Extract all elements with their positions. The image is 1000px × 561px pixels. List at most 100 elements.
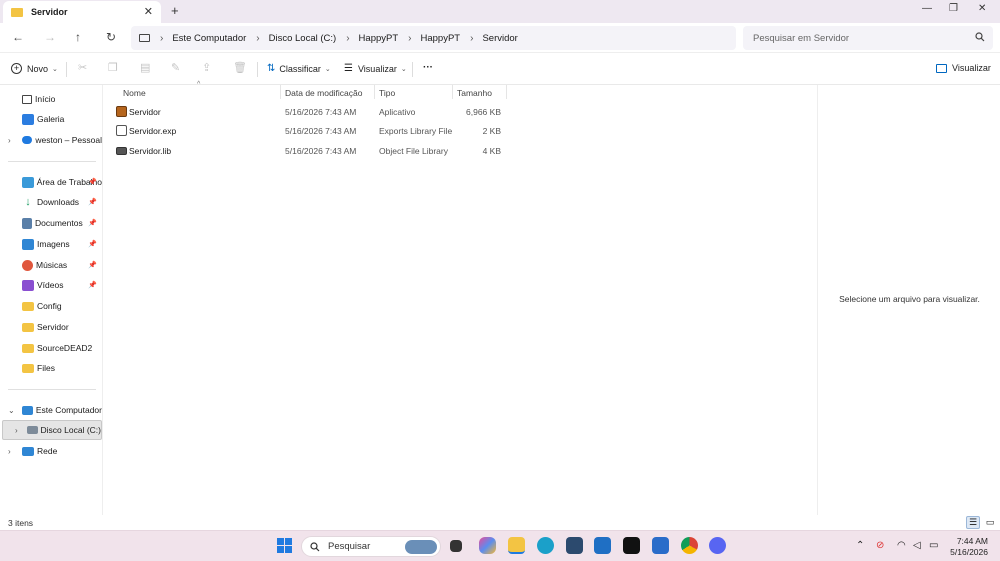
store-icon[interactable] bbox=[566, 537, 583, 554]
sidebar-item-area-de-trabalho[interactable]: Área de Trabalho 📌 bbox=[0, 172, 102, 192]
sidebar-item-label: Servidor bbox=[37, 322, 69, 332]
sidebar-item-servidor[interactable]: Servidor bbox=[0, 317, 102, 337]
discord-icon[interactable] bbox=[709, 537, 726, 554]
security-alert-icon[interactable]: ⊘ bbox=[876, 540, 884, 551]
tab-close-icon[interactable]: ✕ bbox=[144, 5, 153, 18]
breadcrumb-happypt[interactable]: HappyPT bbox=[359, 33, 399, 44]
close-button[interactable]: ✕ bbox=[978, 3, 986, 14]
chevron-down-icon[interactable]: ⌄ bbox=[8, 406, 15, 415]
chevron-up-icon[interactable]: ⌃ bbox=[856, 540, 864, 551]
column-header-date[interactable]: Data de modificação bbox=[285, 88, 363, 102]
pin-icon[interactable]: 📌 bbox=[88, 198, 97, 206]
chevron-right-icon[interactable]: › bbox=[470, 33, 473, 44]
up-arrow-icon[interactable]: ↑ bbox=[75, 30, 81, 44]
share-icon[interactable]: ⇪ bbox=[202, 61, 211, 74]
rename-icon[interactable]: ✎ bbox=[171, 61, 180, 74]
chevron-right-icon[interactable]: › bbox=[8, 136, 11, 145]
file-row[interactable]: Servidor 5/16/2026 7:43 AM Aplicativo 6,… bbox=[104, 103, 509, 122]
paste-icon[interactable]: ▤ bbox=[140, 61, 150, 74]
column-separator[interactable] bbox=[506, 85, 507, 99]
preview-pane: Selecione um arquivo para visualizar. bbox=[817, 85, 1000, 515]
view-button[interactable]: ☰ Visualizar ⌄ bbox=[344, 63, 407, 74]
search-placeholder: Pesquisar em Servidor bbox=[753, 32, 850, 44]
chrome-icon[interactable] bbox=[681, 537, 698, 554]
file-row[interactable]: Servidor.lib 5/16/2026 7:43 AM Object Fi… bbox=[104, 142, 509, 161]
chevron-right-icon[interactable]: › bbox=[346, 33, 349, 44]
search-icon bbox=[975, 32, 985, 45]
volume-icon[interactable]: ◁ bbox=[913, 540, 921, 551]
pin-icon[interactable]: 📌 bbox=[88, 281, 97, 289]
search-input[interactable]: Pesquisar em Servidor bbox=[743, 26, 993, 50]
task-view-icon[interactable] bbox=[450, 540, 462, 552]
sidebar-item-onedrive[interactable]: › weston – Pessoal bbox=[0, 130, 102, 150]
chevron-right-icon[interactable]: › bbox=[15, 426, 18, 435]
sidebar-item-galeria[interactable]: Galeria bbox=[0, 109, 102, 129]
tiles-view-icon[interactable]: ▭ bbox=[983, 516, 997, 529]
taskbar-search-input[interactable]: Pesquisar bbox=[301, 536, 441, 557]
more-options-button[interactable]: ··· bbox=[423, 62, 433, 73]
sidebar-item-inicio[interactable]: Início bbox=[0, 89, 102, 109]
battery-icon[interactable]: ▭ bbox=[929, 540, 938, 551]
pictures-icon bbox=[22, 238, 34, 250]
clock-date: 5/16/2026 bbox=[950, 547, 988, 557]
breadcrumb-disco-local[interactable]: Disco Local (C:) bbox=[269, 33, 337, 44]
breadcrumb-este-computador[interactable]: Este Computador bbox=[172, 33, 246, 44]
tab-servidor[interactable]: Servidor ✕ bbox=[3, 1, 161, 23]
chevron-right-icon[interactable]: › bbox=[408, 33, 411, 44]
folder-icon bbox=[22, 343, 34, 353]
address-bar[interactable]: › Este Computador › Disco Local (C:) › H… bbox=[131, 26, 736, 50]
forward-arrow-icon[interactable]: → bbox=[44, 30, 56, 44]
breadcrumb-servidor[interactable]: Servidor bbox=[482, 33, 517, 44]
column-header-type[interactable]: Tipo bbox=[379, 88, 395, 102]
minimize-button[interactable]: — bbox=[922, 3, 932, 14]
sidebar-item-musicas[interactable]: Músicas 📌 bbox=[0, 255, 102, 275]
refresh-icon[interactable]: ↻ bbox=[106, 30, 116, 44]
new-tab-button[interactable]: + bbox=[171, 3, 179, 18]
pin-icon[interactable]: 📌 bbox=[88, 178, 97, 186]
wifi-icon[interactable]: ◠ bbox=[897, 540, 906, 551]
sidebar-item-rede[interactable]: › Rede bbox=[0, 441, 102, 461]
sidebar-item-downloads[interactable]: ↓ Downloads 📌 bbox=[0, 192, 102, 212]
sidebar-item-documentos[interactable]: Documentos 📌 bbox=[0, 213, 102, 233]
sidebar-item-imagens[interactable]: Imagens 📌 bbox=[0, 234, 102, 254]
windows-start-icon[interactable] bbox=[276, 537, 293, 554]
breadcrumb-happypt-2[interactable]: HappyPT bbox=[421, 33, 461, 44]
details-view-icon[interactable]: ☰ bbox=[966, 516, 980, 529]
column-header-size[interactable]: Tamanho bbox=[457, 88, 492, 102]
navigation-pane: Início Galeria › weston – Pessoal Área d… bbox=[0, 85, 103, 515]
new-button[interactable]: + Novo ⌄ bbox=[11, 63, 58, 74]
column-separator[interactable] bbox=[374, 85, 375, 99]
file-row[interactable]: Servidor.exp 5/16/2026 7:43 AM Exports L… bbox=[104, 122, 509, 141]
chevron-right-icon[interactable]: › bbox=[8, 447, 11, 456]
pin-icon[interactable]: 📌 bbox=[88, 261, 97, 269]
sidebar-item-disco-local[interactable]: › Disco Local (C:) bbox=[2, 420, 102, 440]
sidebar-item-sourcedead2[interactable]: SourceDEAD2 bbox=[0, 338, 102, 358]
chevron-down-icon: ⌄ bbox=[52, 65, 58, 73]
cut-icon[interactable]: ✂ bbox=[78, 61, 87, 74]
file-explorer-icon[interactable] bbox=[508, 537, 525, 554]
sidebar-item-este-computador[interactable]: ⌄ Este Computador bbox=[0, 400, 102, 420]
pin-icon[interactable]: 📌 bbox=[88, 240, 97, 248]
taskbar-clock[interactable]: 7:44 AM 5/16/2026 bbox=[950, 536, 988, 558]
home-icon bbox=[22, 94, 32, 104]
column-separator[interactable] bbox=[280, 85, 281, 99]
sort-button[interactable]: ⇅ Classificar ⌄ bbox=[267, 63, 331, 74]
pin-icon[interactable]: 📌 bbox=[88, 219, 97, 227]
sidebar-item-videos[interactable]: Vídeos 📌 bbox=[0, 275, 102, 295]
chevron-right-icon[interactable]: › bbox=[256, 33, 259, 44]
back-arrow-icon[interactable]: ← bbox=[12, 30, 24, 44]
copy-icon[interactable]: ❐ bbox=[108, 61, 118, 74]
outlook-icon[interactable] bbox=[594, 537, 611, 554]
column-header-name[interactable]: Nome bbox=[123, 88, 146, 102]
preview-pane-button[interactable]: Visualizar bbox=[936, 63, 991, 73]
column-separator[interactable] bbox=[452, 85, 453, 99]
copilot-icon[interactable] bbox=[479, 537, 496, 554]
terminal-icon[interactable] bbox=[623, 537, 640, 554]
delete-icon[interactable]: 🗑 bbox=[233, 61, 247, 74]
sidebar-item-config[interactable]: Config bbox=[0, 296, 102, 316]
edge-icon[interactable] bbox=[537, 537, 554, 554]
sidebar-item-files[interactable]: Files bbox=[0, 358, 102, 378]
maximize-button[interactable]: ❐ bbox=[949, 3, 958, 14]
database-icon[interactable] bbox=[652, 537, 669, 554]
sort-icon: ⇅ bbox=[267, 63, 276, 74]
